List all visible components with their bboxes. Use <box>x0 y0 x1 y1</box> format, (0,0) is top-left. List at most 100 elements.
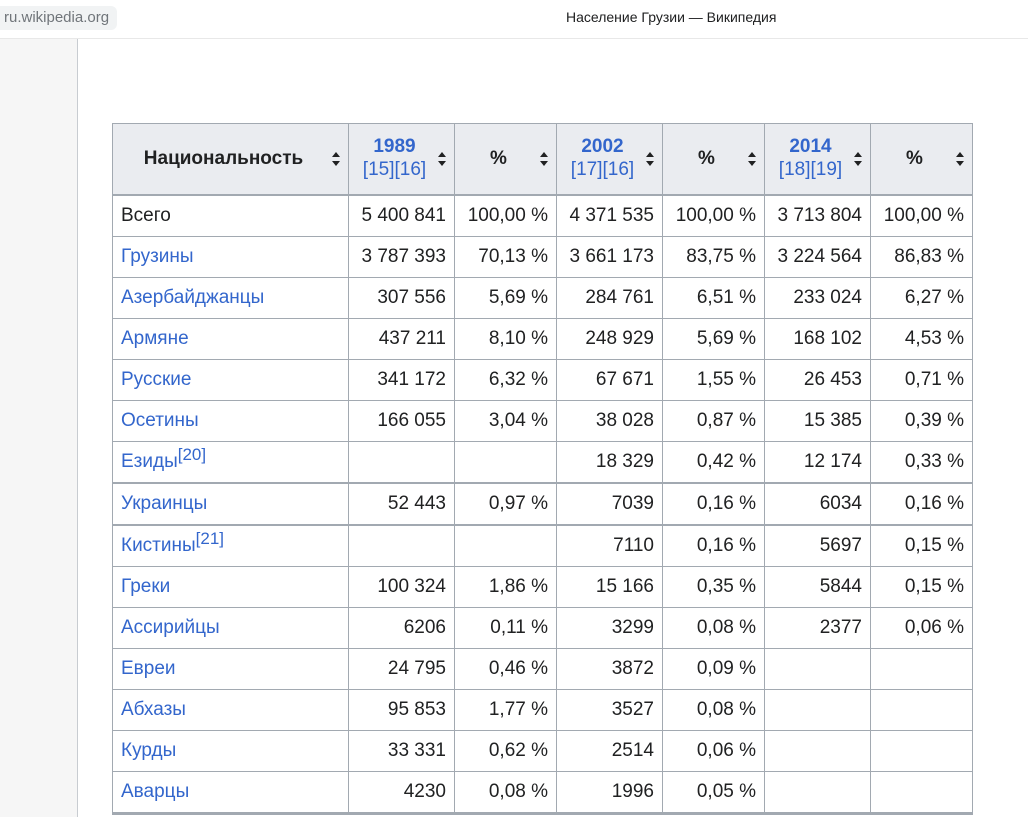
header-percent-label: % <box>698 148 715 169</box>
count-cell-2014: 5697 <box>764 524 871 567</box>
count-cell-2002: 67 671 <box>556 359 663 401</box>
count-cell-2014 <box>764 648 871 690</box>
nationality-link[interactable]: Ассирийцы <box>121 617 220 638</box>
table-row: Кистины[21] 7110 0,16 % 5697 0,15 % <box>112 524 973 567</box>
count-cell-1989: 4230 <box>348 771 455 815</box>
nationality-link[interactable]: Азербайджанцы <box>121 287 264 308</box>
percent-cell-2014: 0,16 % <box>870 482 973 526</box>
count-cell-2002: 248 929 <box>556 318 663 360</box>
percent-cell-1989: 6,32 % <box>454 359 557 401</box>
table-row: Русские 341 172 6,32 % 67 671 1,55 % 26 453 0,… <box>112 359 973 401</box>
count-cell-2014: 15 385 <box>764 400 871 442</box>
header-2002-refs[interactable]: [17][16] <box>565 158 640 182</box>
header-percent-1989[interactable]: % <box>454 123 557 196</box>
count-cell-2014: 3 224 564 <box>764 236 871 278</box>
page-title: Население Грузии — Википедия <box>566 9 777 25</box>
percent-cell-1989: 8,10 % <box>454 318 557 360</box>
count-cell-2014 <box>764 689 871 731</box>
reference-link[interactable]: [21] <box>196 529 224 548</box>
nationality-link[interactable]: Евреи <box>121 658 176 679</box>
nationality-cell: Украинцы <box>112 482 349 526</box>
percent-cell-2002: 0,16 % <box>662 482 765 526</box>
nationality-cell: Езиды[20] <box>112 441 349 484</box>
sort-icon[interactable] <box>438 152 446 166</box>
reference-link[interactable]: [20] <box>178 445 206 464</box>
nationality-link[interactable]: Греки <box>121 576 170 597</box>
nationality-link[interactable]: Армяне <box>121 328 189 349</box>
percent-cell-1989: 1,77 % <box>454 689 557 731</box>
header-2002-label[interactable]: 2002 <box>565 136 640 158</box>
table-row: Евреи 24 795 0,46 % 3872 0,09 % <box>112 648 973 690</box>
count-cell-1989 <box>348 441 455 484</box>
percent-cell-2014 <box>870 648 973 690</box>
nationality-cell: Абхазы <box>112 689 349 731</box>
count-cell-1989: 3 787 393 <box>348 236 455 278</box>
percent-cell-1989 <box>454 441 557 484</box>
url-bar[interactable]: ru.wikipedia.org <box>0 6 118 30</box>
nationality-link[interactable]: Грузины <box>121 246 194 267</box>
sort-icon[interactable] <box>332 152 340 166</box>
count-cell-1989: 166 055 <box>348 400 455 442</box>
percent-cell-2002: 83,75 % <box>662 236 765 278</box>
percent-cell-2002: 1,55 % <box>662 359 765 401</box>
population-table: Национальность 1989 [15][16] % 2002 [17]… <box>112 123 973 815</box>
count-cell-1989: 95 853 <box>348 689 455 731</box>
nationality-link[interactable]: Аварцы <box>121 781 189 802</box>
nationality-link[interactable]: Езиды <box>121 451 178 472</box>
nationality-link[interactable]: Кистины <box>121 535 196 556</box>
percent-cell-2002: 100,00 % <box>662 194 765 237</box>
percent-cell-1989: 0,62 % <box>454 730 557 772</box>
table-row: Армяне 437 211 8,10 % 248 929 5,69 % 168 102 4… <box>112 318 973 360</box>
nationality-cell: Евреи <box>112 648 349 690</box>
percent-cell-2002: 0,05 % <box>662 771 765 815</box>
header-2014[interactable]: 2014 [18][19] <box>764 123 871 196</box>
count-cell-2014: 3 713 804 <box>764 194 871 237</box>
nationality-cell: Греки <box>112 566 349 608</box>
sort-icon[interactable] <box>748 152 756 166</box>
nationality-link[interactable]: Осетины <box>121 410 199 431</box>
nationality-cell: Грузины <box>112 236 349 278</box>
percent-cell-1989: 0,08 % <box>454 771 557 815</box>
sort-icon[interactable] <box>854 152 862 166</box>
sort-icon[interactable] <box>540 152 548 166</box>
percent-cell-2002: 0,35 % <box>662 566 765 608</box>
count-cell-1989: 437 211 <box>348 318 455 360</box>
sort-icon[interactable] <box>646 152 654 166</box>
count-cell-1989: 307 556 <box>348 277 455 319</box>
header-1989[interactable]: 1989 [15][16] <box>348 123 455 196</box>
count-cell-2002: 3872 <box>556 648 663 690</box>
percent-cell-1989: 5,69 % <box>454 277 557 319</box>
count-cell-1989 <box>348 524 455 567</box>
header-1989-refs[interactable]: [15][16] <box>357 158 432 182</box>
nationality-link[interactable]: Курды <box>121 740 176 761</box>
header-nationality-label: Национальность <box>143 148 304 169</box>
header-2002[interactable]: 2002 [17][16] <box>556 123 663 196</box>
nationality-link[interactable]: Абхазы <box>121 699 186 720</box>
count-cell-2002: 1996 <box>556 771 663 815</box>
percent-cell-2014: 4,53 % <box>870 318 973 360</box>
table-row: Абхазы 95 853 1,77 % 3527 0,08 % <box>112 689 973 731</box>
percent-cell-2014: 0,71 % <box>870 359 973 401</box>
nationality-link[interactable]: Русские <box>121 369 191 390</box>
nationality-cell: Курды <box>112 730 349 772</box>
percent-cell-1989: 0,11 % <box>454 607 557 649</box>
header-percent-2002[interactable]: % <box>662 123 765 196</box>
header-nationality[interactable]: Национальность <box>112 123 349 196</box>
nationality-link[interactable]: Украинцы <box>121 493 207 514</box>
header-2014-refs[interactable]: [18][19] <box>773 158 848 182</box>
percent-cell-1989: 1,86 % <box>454 566 557 608</box>
table-row: Курды 33 331 0,62 % 2514 0,06 % <box>112 730 973 772</box>
percent-cell-1989: 3,04 % <box>454 400 557 442</box>
header-percent-2014[interactable]: % <box>870 123 973 196</box>
count-cell-1989: 6206 <box>348 607 455 649</box>
count-cell-1989: 33 331 <box>348 730 455 772</box>
header-2014-label[interactable]: 2014 <box>773 136 848 158</box>
sort-icon[interactable] <box>956 152 964 166</box>
nationality-cell: Азербайджанцы <box>112 277 349 319</box>
percent-cell-2014: 0,15 % <box>870 524 973 567</box>
nationality-cell: Всего <box>112 194 349 237</box>
header-1989-label[interactable]: 1989 <box>357 136 432 158</box>
count-cell-1989: 100 324 <box>348 566 455 608</box>
count-cell-2014: 233 024 <box>764 277 871 319</box>
sidebar-panel <box>0 39 78 817</box>
